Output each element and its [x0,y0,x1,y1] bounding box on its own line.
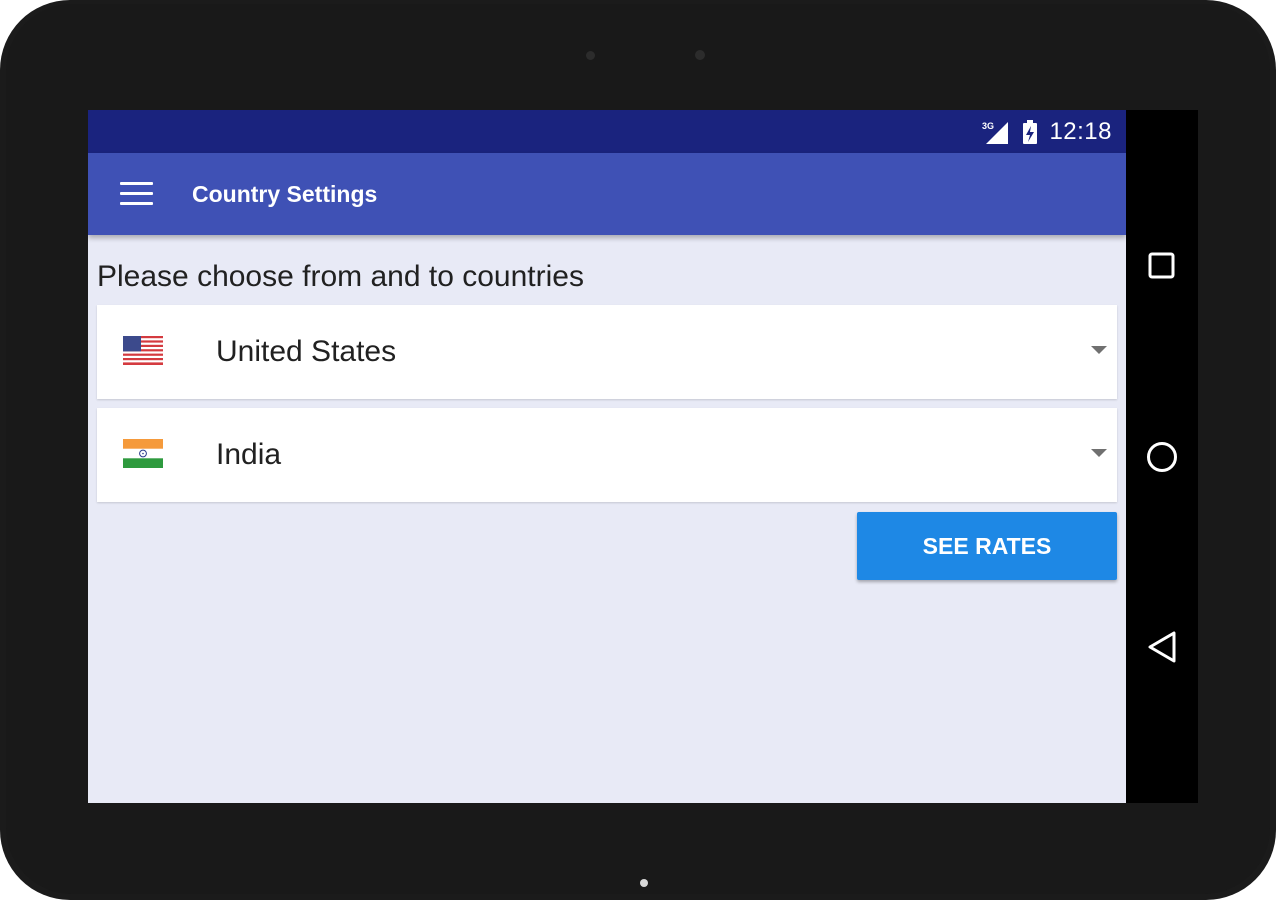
battery-charging-icon [1023,119,1038,144]
device-indicator-dot [640,879,648,887]
system-nav-bar [1126,110,1198,803]
from-country-name: United States [216,335,397,368]
front-sensor [586,51,595,60]
to-country-dropdown[interactable]: India [97,408,1117,502]
see-rates-button[interactable]: SEE RATES [857,512,1117,580]
india-flag-icon [123,439,163,468]
to-country-name: India [216,438,282,471]
chevron-down-icon [1091,346,1107,354]
svg-text:3G: 3G [982,121,994,131]
status-icons: 3G 12:18 [981,110,1112,153]
front-camera [695,50,705,60]
circle-home-icon[interactable] [1142,437,1182,477]
triangle-back-icon[interactable] [1142,627,1182,667]
status-time: 12:18 [1049,117,1112,145]
status-bar: 3G 12:18 [88,110,1126,153]
chevron-down-icon [1091,449,1107,457]
us-flag-icon [123,336,163,365]
square-recents-icon[interactable] [1142,246,1182,286]
hamburger-menu-icon[interactable] [108,176,153,212]
signal-3g-icon: 3G [982,121,1009,144]
instruction-text: Please choose from and to countries [97,260,584,293]
app-toolbar: Country Settings [88,153,1126,235]
page-title: Country Settings [192,181,378,207]
app-screen: 3G 12:18 Country Settings Please choose … [88,110,1126,803]
from-country-dropdown[interactable]: United States [97,305,1117,399]
